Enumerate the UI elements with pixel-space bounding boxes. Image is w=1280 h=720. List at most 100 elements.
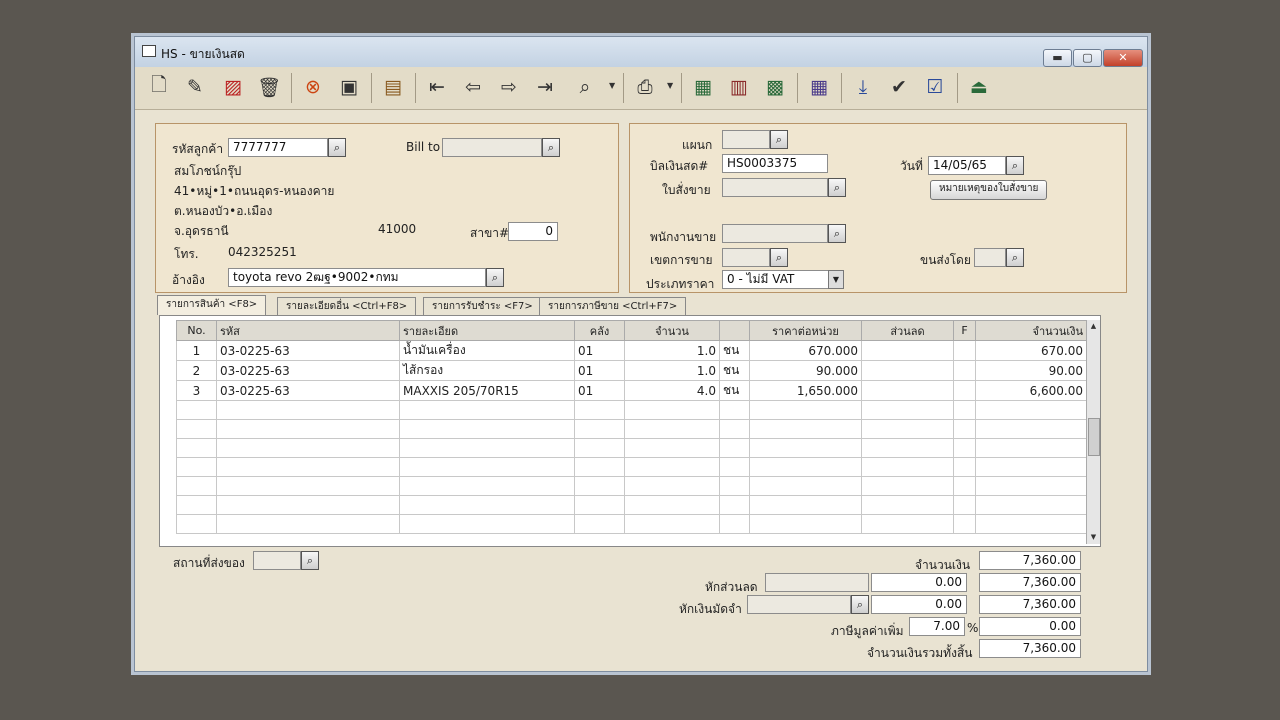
search-icon[interactable]: ⌕ — [770, 248, 788, 267]
ok-icon[interactable]: ☑ — [921, 73, 949, 101]
cell-desc[interactable] — [399, 419, 575, 439]
table-row[interactable] — [176, 419, 1087, 439]
close-button[interactable]: ✕ — [1103, 49, 1143, 67]
cell-no[interactable] — [176, 438, 217, 458]
cell-desc[interactable]: ไส้กรอง — [399, 360, 575, 381]
discount-value-field[interactable]: 0.00 — [871, 573, 967, 592]
cell-desc[interactable] — [399, 476, 575, 496]
cell-unit-price[interactable] — [749, 514, 862, 534]
cell-qty[interactable] — [624, 438, 720, 458]
cell-qty[interactable]: 4.0 — [624, 380, 720, 401]
last-record-icon[interactable]: ⇥ — [531, 73, 559, 101]
cell-code[interactable] — [216, 438, 400, 458]
cell-amount[interactable] — [975, 400, 1087, 420]
cell-no[interactable] — [176, 495, 217, 515]
cell-qty[interactable] — [624, 457, 720, 477]
cell-qty[interactable] — [624, 495, 720, 515]
cell-code[interactable] — [216, 495, 400, 515]
cell-desc[interactable]: น้ำมันเครื่อง — [399, 340, 575, 361]
cancel-doc-icon[interactable]: ▨ — [219, 73, 247, 101]
import-icon[interactable]: ⤓ — [849, 73, 877, 101]
search-icon[interactable]: ⌕ — [828, 224, 846, 243]
cell-no[interactable] — [176, 419, 217, 439]
prev-record-icon[interactable]: ⇦ — [459, 73, 487, 101]
cell-qty[interactable]: 1.0 — [624, 360, 720, 381]
cell-amount[interactable] — [975, 419, 1087, 439]
ship-place-field[interactable] — [253, 551, 301, 570]
cell-warehouse[interactable] — [574, 476, 625, 496]
ship-by-field[interactable] — [974, 248, 1006, 267]
table-row[interactable] — [176, 495, 1087, 515]
approve-icon[interactable]: ✔ — [885, 73, 913, 101]
department-field[interactable] — [722, 130, 770, 149]
cell-unit[interactable]: ชน — [719, 380, 750, 401]
cell-code[interactable]: 03-0225-63 — [216, 360, 400, 381]
find-icon[interactable]: ⌕ — [571, 73, 599, 101]
next-record-icon[interactable]: ⇨ — [495, 73, 523, 101]
sales-order-field[interactable] — [722, 178, 828, 197]
col-no[interactable]: No. — [176, 320, 217, 341]
tab-sales-tax[interactable]: รายการภาษีขาย <Ctrl+F7> — [539, 297, 687, 315]
tab-other-details[interactable]: รายละเอียดอื่น <Ctrl+F8> — [277, 297, 417, 315]
cell-warehouse[interactable] — [574, 495, 625, 515]
search-icon[interactable]: ⌕ — [301, 551, 319, 570]
cell-f[interactable] — [953, 340, 976, 361]
maximize-button[interactable]: ▢ — [1073, 49, 1102, 67]
calc-icon[interactable]: ▩ — [761, 73, 789, 101]
cell-discount[interactable] — [861, 457, 954, 477]
cell-f[interactable] — [953, 380, 976, 401]
cell-unit[interactable] — [719, 400, 750, 420]
col-warehouse[interactable]: คลัง — [574, 320, 625, 341]
tab-payments[interactable]: รายการรับชำระ <F7> — [423, 297, 542, 315]
col-amount[interactable]: จำนวนเงิน — [975, 320, 1087, 341]
cell-unit-price[interactable] — [749, 419, 862, 439]
scroll-up-icon[interactable]: ▲ — [1087, 320, 1100, 333]
table-row[interactable] — [176, 476, 1087, 496]
cell-unit[interactable] — [719, 495, 750, 515]
cell-f[interactable] — [953, 476, 976, 496]
search-icon[interactable]: ⌕ — [542, 138, 560, 157]
branch-field[interactable]: 0 — [508, 222, 558, 241]
cell-desc[interactable] — [399, 400, 575, 420]
scroll-thumb[interactable] — [1088, 418, 1100, 456]
search-icon[interactable]: ⌕ — [828, 178, 846, 197]
customer-code-field[interactable]: 7777777 — [228, 138, 328, 157]
cell-unit[interactable]: ชน — [719, 360, 750, 381]
cell-warehouse[interactable] — [574, 400, 625, 420]
cell-unit-price[interactable] — [749, 495, 862, 515]
cell-warehouse[interactable] — [574, 438, 625, 458]
cell-warehouse[interactable]: 01 — [574, 380, 625, 401]
cell-unit-price[interactable] — [749, 476, 862, 496]
stop-icon[interactable]: ⊗ — [299, 73, 327, 101]
discount-text-field[interactable] — [765, 573, 869, 592]
cell-code[interactable] — [216, 400, 400, 420]
first-record-icon[interactable]: ⇤ — [423, 73, 451, 101]
cell-unit-price[interactable] — [749, 438, 862, 458]
cell-amount[interactable]: 670.00 — [975, 340, 1087, 361]
cell-desc[interactable]: MAXXIS 205/70R15 — [399, 380, 575, 401]
cell-warehouse[interactable] — [574, 419, 625, 439]
vat-rate-field[interactable]: 7.00 — [909, 617, 965, 636]
table-row[interactable]: 2 03-0225-63 ไส้กรอง 01 1.0 ชน 90.000 90.00 — [176, 360, 1087, 381]
cell-unit[interactable] — [719, 419, 750, 439]
cell-discount[interactable] — [861, 438, 954, 458]
cell-code[interactable] — [216, 514, 400, 534]
cell-code[interactable]: 03-0225-63 — [216, 340, 400, 361]
grid-scrollbar[interactable]: ▲ ▼ — [1086, 320, 1100, 544]
find-dropdown-icon[interactable]: ▼ — [609, 81, 615, 90]
so-note-button[interactable]: หมายเหตุของใบสั่งขาย — [930, 180, 1048, 200]
cell-amount[interactable] — [975, 457, 1087, 477]
exit-icon[interactable]: ⏏ — [965, 73, 993, 101]
cell-discount[interactable] — [861, 380, 954, 401]
cell-discount[interactable] — [861, 400, 954, 420]
cell-unit[interactable] — [719, 514, 750, 534]
cell-unit-price[interactable]: 90.000 — [749, 360, 862, 381]
print-icon[interactable]: ⎙ — [631, 73, 659, 101]
table-row[interactable] — [176, 457, 1087, 477]
cell-f[interactable] — [953, 514, 976, 534]
cell-no[interactable] — [176, 400, 217, 420]
cell-unit[interactable]: ชน — [719, 340, 750, 361]
cell-code[interactable] — [216, 457, 400, 477]
col-desc[interactable]: รายละเอียด — [399, 320, 575, 341]
cell-no[interactable] — [176, 476, 217, 496]
